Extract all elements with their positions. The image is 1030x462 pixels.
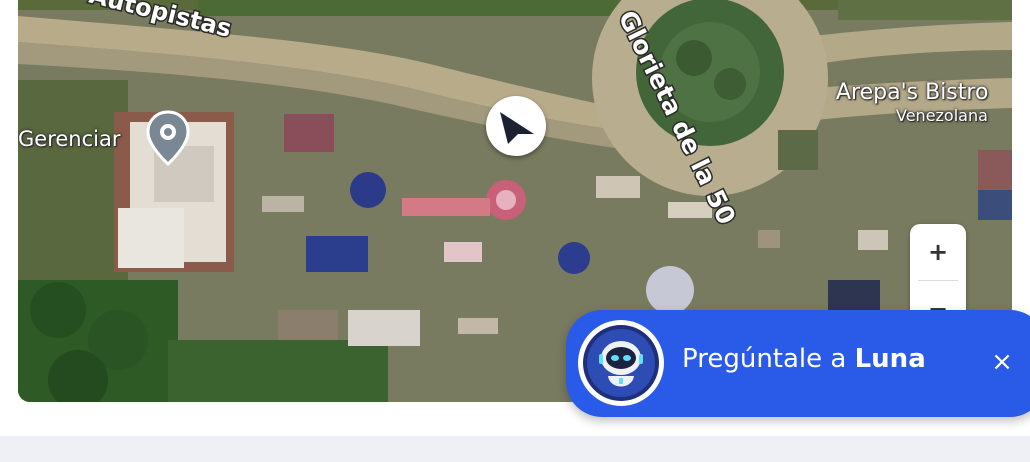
robot-avatar-icon	[578, 320, 664, 406]
close-icon[interactable]: ×	[988, 348, 1016, 376]
poi-label-gerenciar[interactable]: Gerenciar	[18, 127, 120, 151]
poi-category-label: Venezolana	[896, 106, 988, 125]
page: Autopistas Glorieta de la 50 Gerenciar A…	[0, 0, 1030, 462]
poi-label-arepas-bistro[interactable]: Arepa's Bistro	[836, 80, 988, 105]
map-pin-icon[interactable]	[144, 110, 192, 166]
luna-prompt-prefix: Pregúntale a	[682, 344, 855, 374]
roundabout-label: Glorieta de la 50	[613, 6, 742, 229]
page-footer-strip	[0, 436, 1030, 462]
road-label-top-left: Autopistas	[87, 0, 235, 43]
zoom-in-button[interactable]: +	[910, 224, 966, 280]
navigation-arrow-icon	[486, 96, 546, 156]
luna-name: Luna	[854, 344, 926, 374]
luna-prompt-text[interactable]: Pregúntale a Luna	[682, 344, 926, 374]
luna-assistant-widget[interactable]: Pregúntale a Luna ×	[566, 310, 1030, 417]
